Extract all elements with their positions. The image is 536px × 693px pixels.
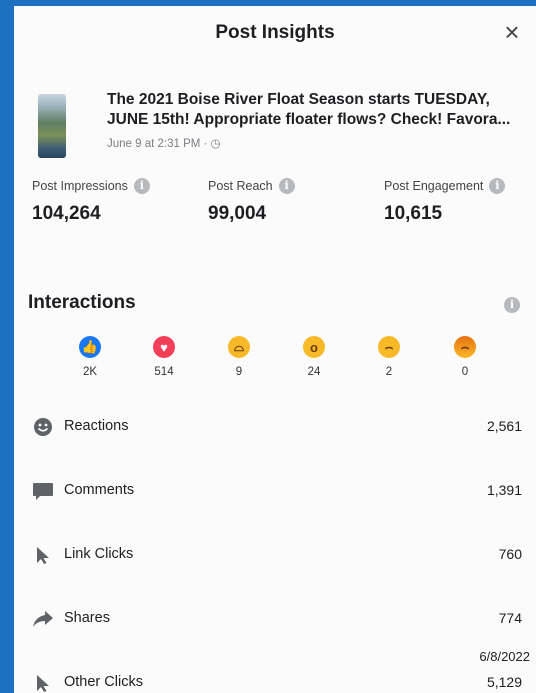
row-value: 760	[498, 546, 522, 562]
interaction-row-other-clicks[interactable]: Other Clicks 5,129	[14, 650, 536, 693]
reaction-count: 0	[461, 366, 469, 378]
reaction-breakdown: 👍 2K ♥ 514 ⌓ 9 o 24 ⌢ 2 ⌢ 0	[14, 336, 536, 396]
post-summary[interactable]: The 2021 Boise River Float Season starts…	[14, 60, 536, 170]
info-icon[interactable]: i	[278, 178, 295, 194]
interaction-row-shares[interactable]: Shares 774	[14, 586, 536, 650]
metric-post-engagement: Post Engagement i 10,615	[384, 178, 506, 225]
reaction-count: 24	[307, 366, 321, 378]
post-text-line-1: The 2021 Boise River Float Season starts…	[107, 91, 490, 108]
smiley-icon	[32, 416, 54, 438]
row-value: 774	[498, 610, 522, 626]
cursor-icon	[32, 672, 54, 693]
metric-label: Post Reach	[208, 179, 273, 193]
metric-post-impressions: Post Impressions i 104,264	[32, 178, 150, 225]
reaction-count: 2K	[82, 366, 98, 378]
reaction-sad[interactable]: ⌢ 2	[369, 336, 409, 378]
metric-value: 99,004	[208, 203, 267, 224]
reaction-haha[interactable]: ⌓ 9	[219, 336, 259, 378]
row-label: Reactions	[64, 418, 129, 434]
interaction-row-link-clicks[interactable]: Link Clicks 760	[14, 522, 536, 586]
info-icon[interactable]: i	[489, 178, 506, 194]
reaction-wow[interactable]: o 24	[294, 336, 334, 378]
interactions-title: Interactions	[28, 292, 136, 313]
dialog-header: Post Insights ×	[14, 6, 536, 60]
share-arrow-icon	[32, 608, 54, 630]
post-metrics: Post Impressions i 104,264 Post Reach i …	[14, 170, 536, 234]
interaction-row-comments[interactable]: Comments 1,391	[14, 458, 536, 522]
reaction-angry[interactable]: ⌢ 0	[445, 336, 485, 378]
reaction-count: 514	[154, 366, 174, 378]
comment-bubble-icon	[32, 480, 54, 502]
metric-value: 10,615	[384, 203, 443, 224]
metric-value: 104,264	[32, 203, 101, 224]
post-text: The 2021 Boise River Float Season starts…	[107, 90, 527, 130]
metric-label: Post Impressions	[32, 179, 128, 193]
row-label: Shares	[64, 610, 110, 626]
wow-icon: o	[303, 336, 325, 358]
haha-icon: ⌓	[228, 336, 250, 358]
reaction-count: 9	[235, 366, 243, 378]
reaction-count: 2	[385, 366, 393, 378]
post-text-line-2: JUNE 15th! Appropriate floater flows? Ch…	[107, 111, 511, 128]
row-label: Link Clicks	[64, 546, 134, 562]
angry-icon: ⌢	[454, 336, 476, 358]
sad-icon: ⌢	[378, 336, 400, 358]
interaction-row-reactions[interactable]: Reactions 2,561	[14, 394, 536, 458]
row-label: Other Clicks	[64, 674, 143, 690]
date-stamp: 6/8/2022	[479, 649, 530, 664]
post-thumbnail	[38, 94, 66, 158]
like-icon: 👍	[79, 336, 101, 358]
reaction-like[interactable]: 👍 2K	[70, 336, 110, 378]
love-icon: ♥	[153, 336, 175, 358]
reaction-love[interactable]: ♥ 514	[144, 336, 184, 378]
row-value: 5,129	[486, 674, 522, 690]
info-icon[interactable]: i	[133, 178, 150, 194]
dialog-title: Post Insights	[215, 22, 335, 43]
row-value: 1,391	[486, 482, 522, 498]
metric-post-reach: Post Reach i 99,004	[208, 178, 295, 225]
metric-label: Post Engagement	[384, 179, 484, 193]
row-label: Comments	[64, 482, 135, 498]
cursor-icon	[32, 544, 54, 566]
row-value: 2,561	[486, 418, 522, 434]
interaction-rows: Reactions 2,561 Comments 1,391 Link Clic…	[14, 394, 536, 693]
post-insights-dialog: Post Insights × The 2021 Boise River Flo…	[14, 6, 536, 693]
info-icon[interactable]: i	[504, 297, 520, 313]
post-timestamp: June 9 at 2:31 PM · ◷	[107, 138, 221, 150]
close-icon[interactable]: ×	[498, 18, 526, 46]
